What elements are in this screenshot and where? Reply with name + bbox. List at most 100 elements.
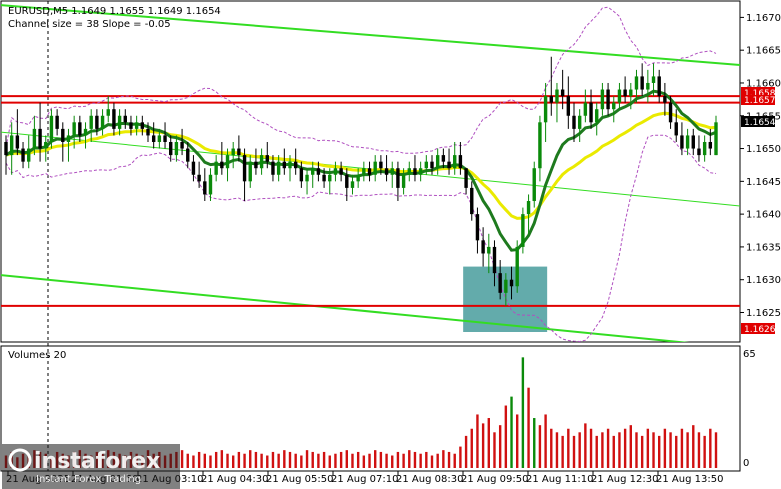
volume-bar [294,453,297,468]
volume-bar [459,446,462,468]
candle-body [203,181,207,195]
candle-body [225,155,230,169]
volume-bar [584,423,587,468]
y-tick-label: 1.1630 [746,275,781,286]
volume-tick-max: 65 [743,349,756,360]
candle-body [305,174,309,182]
volume-bar [589,428,593,468]
volume-bar [385,453,388,468]
y-tick-label: 1.1645 [746,177,781,188]
x-tick-label: 21 Aug 07:10 [331,474,398,485]
volume-bar [277,453,280,468]
candle-body [526,201,531,215]
volume-bar [618,432,621,468]
candle-body [663,96,667,103]
candle-body [424,161,429,169]
candle-body [685,135,690,149]
candle-body [651,76,656,83]
chart-subtitle: Channel size = 38 Slope = -0.05 [8,19,171,30]
candle-body [617,89,622,103]
volume-bar [288,451,292,468]
volume-bar [572,435,576,468]
volume-bar [544,414,547,468]
candle-body [208,174,213,195]
candle-body [509,279,514,287]
y-tick-label: 1.1650 [746,144,781,155]
volume-bar [567,428,570,468]
candle-body [231,148,235,156]
candle-body [697,148,701,156]
y-tick-label: 1.1635 [746,242,781,253]
candle-body [640,76,644,90]
volume-bar [283,450,286,468]
candle-body [78,122,82,136]
candle-body [186,148,190,162]
candle-body [379,161,383,169]
candle [515,240,519,293]
candle [521,207,525,254]
candle-body [316,168,321,175]
candle-body [237,148,241,156]
volume-bar [578,432,581,468]
candle-body [146,128,150,136]
candle-body [322,174,326,182]
candle-body [180,141,184,149]
candle-body [311,168,315,175]
candle-body [129,122,133,129]
volume-bar [436,453,439,468]
candle-body [27,148,31,162]
candle [532,161,536,208]
volume-bar [402,453,405,468]
candle-body [543,96,548,123]
volume-bar [521,357,525,468]
volume-bar [646,428,650,468]
candle-body [89,115,93,129]
volume-bar [214,451,218,468]
candle-body [623,89,627,97]
candle-body [396,168,400,188]
candle-body [612,102,616,110]
volume-bar [356,451,360,468]
y-tick-label: 1.1640 [746,210,781,221]
candle-body [333,168,338,175]
volume-bar [374,450,377,468]
volume-bar [237,451,241,468]
volume-bar [396,451,400,468]
x-tick-label: 21 Aug 08:30 [396,474,463,485]
candle-body [583,102,588,116]
candle-body [140,122,145,129]
candle-body [674,122,678,136]
candle-body [350,181,355,188]
volume-bar [658,435,661,468]
instaforex-watermark: instaforex Instant Forex Trading [2,444,180,489]
volume-bar [470,428,473,468]
candle-body [299,168,304,182]
volume-bar [635,432,638,468]
volume-bar [209,455,212,468]
candle-body [32,128,37,149]
candle-body [538,122,542,169]
candle-body [629,89,633,97]
candle-body [401,174,406,188]
candle-body [487,246,491,254]
x-tick-label: 21 Aug 12:30 [591,474,658,485]
x-tick-label: 21 Aug 04:30 [201,474,268,485]
candle-body [470,187,474,215]
candle-body [367,168,372,175]
candle-body [515,246,519,287]
volume-bar [379,451,383,468]
volume-bar [243,453,246,468]
volume-bar [186,453,189,468]
x-tick-label: 21 Aug 05:50 [266,474,333,485]
candle-body [384,168,389,175]
candle-body [555,89,559,103]
candle-body [634,76,639,90]
candle-body [328,174,332,182]
volume-bar [260,453,263,468]
volume-bar [510,396,513,468]
volume-bar [686,432,689,468]
volume-bar [339,451,343,468]
candle-body [276,161,281,175]
volume-bar [254,451,258,468]
svg-text:1.1657: 1.1657 [744,96,776,106]
